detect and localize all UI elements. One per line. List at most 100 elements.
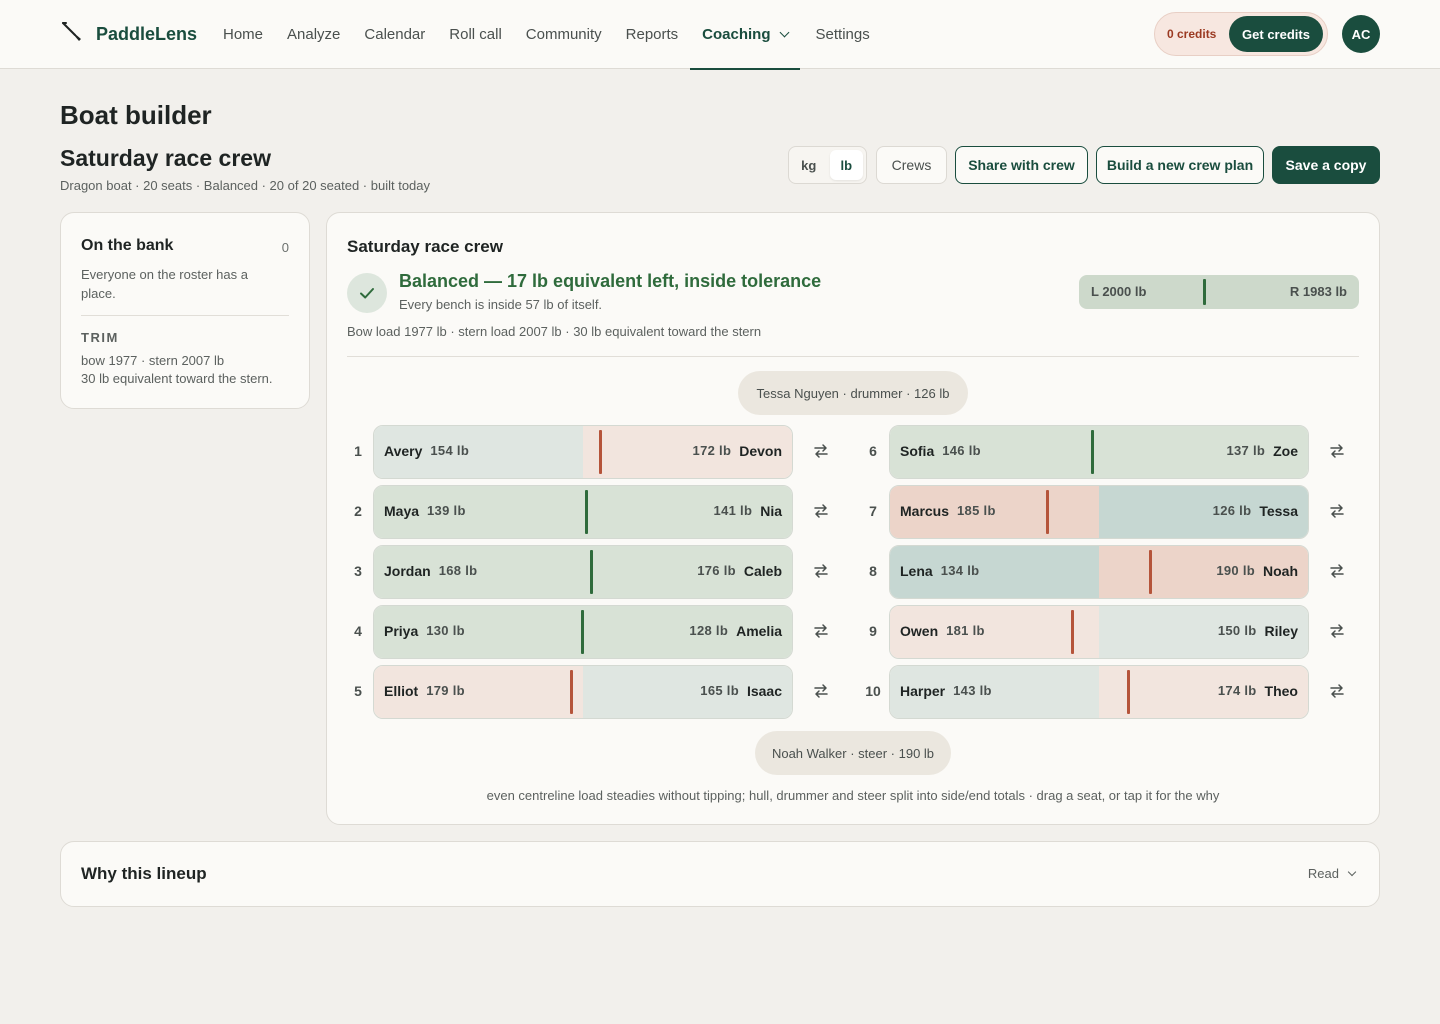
swap-sides-icon[interactable] bbox=[812, 502, 832, 522]
bench-balance-marker bbox=[590, 550, 594, 594]
paddler-name: Owen bbox=[900, 623, 939, 639]
bench-row[interactable]: Owen 181 lb 150 lb Riley bbox=[889, 605, 1309, 659]
unit-toggle: kg lb bbox=[788, 146, 867, 184]
bench-balance-marker bbox=[570, 670, 574, 714]
bench-row[interactable]: Harper 143 lb 174 lb Theo bbox=[889, 665, 1309, 719]
unit-lb-option[interactable]: lb bbox=[829, 150, 863, 180]
right-paddler: 172 lb Devon bbox=[693, 443, 782, 459]
crews-button[interactable]: Crews bbox=[876, 146, 947, 184]
bench-balance-marker bbox=[1090, 430, 1094, 474]
swap-sides-icon[interactable] bbox=[1328, 682, 1348, 702]
unit-kg-option[interactable]: kg bbox=[792, 150, 826, 180]
bench-balance-marker bbox=[1071, 610, 1075, 654]
share-with-crew-button[interactable]: Share with crew bbox=[955, 146, 1088, 184]
nav-label: Roll call bbox=[449, 26, 502, 43]
chevron-down-icon bbox=[779, 27, 789, 38]
paddler-weight: 134 lb bbox=[940, 563, 980, 578]
left-paddler: Jordan 168 lb bbox=[384, 563, 477, 579]
nav-analyze[interactable]: Analyze bbox=[275, 0, 352, 69]
paddler-name: Sofia bbox=[900, 443, 935, 459]
nav-community[interactable]: Community bbox=[514, 0, 614, 69]
nav-settings[interactable]: Settings bbox=[804, 0, 882, 69]
bench-number: 8 bbox=[869, 563, 877, 579]
bench-row[interactable]: Maya 139 lb 141 lb Nia bbox=[373, 485, 793, 539]
left-paddler: Lena 134 lb bbox=[900, 563, 979, 579]
bench-balance-marker bbox=[599, 430, 603, 474]
left-total: L 2000 lb bbox=[1091, 284, 1147, 299]
boat-panel: Saturday race crew Balanced — 17 lb equi… bbox=[326, 212, 1380, 825]
bench-row[interactable]: Lena 134 lb 190 lb Noah bbox=[889, 545, 1309, 599]
paddler-name: Marcus bbox=[900, 503, 950, 519]
top-navigation-bar: PaddleLens Home Analyze Calendar Roll ca… bbox=[0, 0, 1440, 70]
paddler-weight: 150 lb bbox=[1217, 623, 1257, 638]
avatar[interactable]: AC bbox=[1342, 15, 1380, 53]
paddler-weight: 165 lb bbox=[700, 683, 739, 698]
bench-row[interactable]: Marcus 185 lb 126 lb Tessa bbox=[889, 485, 1309, 539]
swap-sides-icon[interactable] bbox=[812, 442, 832, 462]
paddler-name: Noah bbox=[1263, 563, 1298, 579]
nav-reports[interactable]: Reports bbox=[614, 0, 691, 69]
bench-balance-marker bbox=[1126, 670, 1130, 714]
nav-roll-call[interactable]: Roll call bbox=[437, 0, 514, 69]
app-logo[interactable]: PaddleLens bbox=[60, 20, 197, 49]
trim-label: TRIM bbox=[81, 330, 119, 345]
nav-calendar[interactable]: Calendar bbox=[352, 0, 437, 69]
new-crew-plan-button[interactable]: Build a new crew plan bbox=[1096, 146, 1264, 184]
paddler-weight: 172 lb bbox=[692, 443, 732, 458]
paddler-name: Theo bbox=[1264, 683, 1298, 699]
get-credits-button[interactable]: Get credits bbox=[1229, 16, 1323, 52]
bench-number: 3 bbox=[354, 563, 362, 579]
bench-row[interactable]: Avery 154 lb 172 lb Devon bbox=[373, 425, 793, 479]
bench-row[interactable]: Jordan 168 lb 176 lb Caleb bbox=[373, 545, 793, 599]
drummer-seat[interactable]: Tessa Nguyen · drummer · 126 lb bbox=[738, 371, 968, 415]
swap-sides-icon[interactable] bbox=[812, 682, 832, 702]
bank-description: Everyone on the roster has a place. bbox=[81, 267, 248, 301]
nav-coaching[interactable]: Coaching bbox=[690, 0, 800, 70]
paddler-weight: 139 lb bbox=[427, 503, 466, 518]
paddler-weight: 190 lb bbox=[1216, 563, 1255, 578]
bank-count: 0 bbox=[281, 240, 289, 255]
main-nav: Home Analyze Calendar Roll call Communit… bbox=[211, 0, 882, 70]
save-copy-button[interactable]: Save a copy bbox=[1272, 146, 1380, 184]
swap-sides-icon[interactable] bbox=[1328, 502, 1348, 522]
paddler-name: Lena bbox=[900, 563, 933, 579]
nav-home[interactable]: Home bbox=[211, 0, 275, 69]
bench-number: 9 bbox=[869, 623, 877, 639]
balance-marker bbox=[1203, 279, 1206, 305]
swap-sides-icon[interactable] bbox=[1328, 442, 1348, 462]
paddler-weight: 137 lb bbox=[1226, 443, 1266, 458]
boat-footer-hint: even centreline load steadies without ti… bbox=[486, 788, 1220, 803]
swap-sides-icon[interactable] bbox=[812, 622, 832, 642]
paddler-name: Zoe bbox=[1273, 443, 1298, 459]
read-toggle[interactable]: Read bbox=[1308, 866, 1357, 881]
why-lineup-title: Why this lineup bbox=[81, 864, 207, 883]
steer-seat[interactable]: Noah Walker · steer · 190 lb bbox=[755, 731, 951, 775]
boat-title: Saturday race crew bbox=[347, 237, 503, 256]
paddler-weight: 181 lb bbox=[946, 623, 985, 638]
left-paddler: Owen 181 lb bbox=[900, 623, 985, 639]
paddler-weight: 126 lb bbox=[1212, 503, 1252, 518]
why-lineup-panel[interactable]: Why this lineup Read bbox=[60, 841, 1380, 907]
swap-sides-icon[interactable] bbox=[812, 562, 832, 582]
page-title: Boat builder bbox=[60, 100, 212, 130]
paddler-weight: 176 lb bbox=[697, 563, 736, 578]
app-name: PaddleLens bbox=[96, 24, 198, 44]
bench-row[interactable]: Sofia 146 lb 137 lb Zoe bbox=[889, 425, 1309, 479]
paddler-weight: 168 lb bbox=[438, 563, 478, 578]
bench-number: 6 bbox=[869, 443, 877, 459]
credits-widget: 0 credits Get credits bbox=[1154, 12, 1328, 56]
right-paddler: 176 lb Caleb bbox=[697, 563, 782, 579]
nav-label: Home bbox=[223, 26, 264, 43]
bench-row[interactable]: Elliot 179 lb 165 lb Isaac bbox=[373, 665, 793, 719]
paddler-name: Isaac bbox=[746, 683, 782, 699]
swap-sides-icon[interactable] bbox=[1328, 622, 1348, 642]
nav-label: Reports bbox=[625, 26, 679, 43]
bench-row[interactable]: Priya 130 lb 128 lb Amelia bbox=[373, 605, 793, 659]
paddler-name: Devon bbox=[739, 443, 782, 459]
paddler-weight: 130 lb bbox=[426, 623, 465, 638]
swap-sides-icon[interactable] bbox=[1328, 562, 1348, 582]
right-paddler: 150 lb Riley bbox=[1218, 623, 1298, 639]
right-paddler: 137 lb Zoe bbox=[1226, 443, 1298, 459]
left-paddler: Harper 143 lb bbox=[900, 683, 992, 699]
crew-title: Saturday race crew bbox=[60, 145, 271, 171]
